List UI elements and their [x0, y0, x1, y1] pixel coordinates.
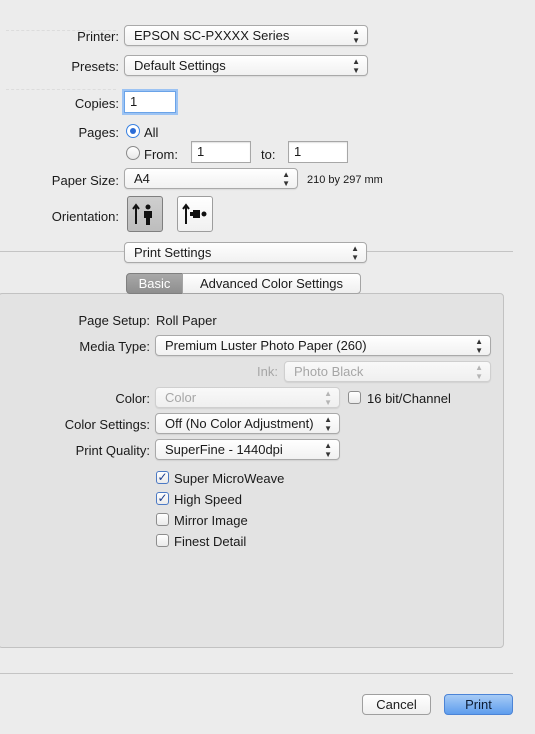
presets-popup[interactable]: Default Settings ▲ ▼ — [124, 55, 368, 76]
section-popup[interactable]: Print Settings ▲ ▼ — [124, 242, 367, 263]
popup-arrows-icon: ▲ ▼ — [324, 388, 332, 407]
popup-arrows-icon: ▲ ▼ — [475, 362, 483, 381]
landscape-person-icon — [182, 203, 207, 224]
media-type-label: Media Type: — [79, 339, 150, 354]
bit-channel-label: 16 bit/Channel — [367, 391, 451, 406]
color-popup: Color ▲ ▼ — [155, 387, 340, 408]
printer-popup[interactable]: EPSON SC-PXXXX Series ▲ ▼ — [124, 25, 368, 46]
color-settings-label: Color Settings: — [64, 417, 150, 432]
print-button[interactable]: Print — [444, 694, 513, 715]
ink-value: Photo Black — [294, 364, 364, 379]
media-type-value: Premium Luster Photo Paper (260) — [165, 338, 367, 353]
copies-field[interactable]: 1 — [124, 91, 176, 113]
page-setup-value: Roll Paper — [156, 313, 217, 328]
color-settings-value: Off (No Color Adjustment) — [165, 416, 314, 431]
bit-channel-checkbox[interactable] — [348, 391, 361, 404]
pages-label: Pages: — [78, 125, 119, 140]
color-label: Color: — [115, 391, 150, 406]
pages-all-label: All — [144, 125, 159, 140]
popup-arrows-icon: ▲ ▼ — [351, 243, 359, 262]
cancel-button[interactable]: Cancel — [362, 694, 431, 715]
popup-arrows-icon: ▲ ▼ — [282, 169, 290, 188]
section-separator-right — [367, 251, 513, 252]
ink-label: Ink: — [257, 364, 278, 379]
super-microweave-label: Super MicroWeave — [174, 471, 285, 486]
tab-advanced-color-settings[interactable]: Advanced Color Settings — [182, 273, 361, 294]
orientation-portrait-button[interactable] — [127, 196, 163, 232]
orientation-landscape-button[interactable] — [177, 196, 213, 232]
popup-arrows-icon: ▲ ▼ — [324, 440, 332, 459]
print-quality-label: Print Quality: — [75, 443, 150, 458]
pages-to-field[interactable]: 1 — [288, 141, 348, 163]
pages-from-label: From: — [144, 147, 178, 162]
section-separator-left — [0, 251, 124, 252]
presets-value: Default Settings — [134, 58, 226, 73]
finest-detail-label: Finest Detail — [174, 534, 247, 549]
media-type-popup[interactable]: Premium Luster Photo Paper (260) ▲ ▼ — [155, 335, 491, 356]
popup-arrows-icon: ▲ ▼ — [324, 414, 332, 433]
print-quality-value: SuperFine - 1440dpi — [165, 442, 283, 457]
printer-label: Printer: — [77, 29, 119, 44]
footer-separator — [0, 673, 513, 674]
high-speed-checkbox[interactable]: ✓ — [156, 492, 169, 505]
ink-popup: Photo Black ▲ ▼ — [284, 361, 491, 382]
pages-all-radio[interactable] — [126, 124, 140, 138]
color-value: Color — [165, 390, 197, 405]
popup-arrows-icon: ▲ ▼ — [475, 336, 483, 355]
section-popup-value: Print Settings — [134, 245, 212, 260]
printer-value: EPSON SC-PXXXX Series — [134, 28, 290, 43]
paper-size-label: Paper Size: — [51, 173, 119, 188]
pages-from-radio[interactable] — [126, 146, 140, 160]
presets-label: Presets: — [71, 59, 119, 74]
copies-label: Copies: — [74, 96, 119, 111]
pages-from-field[interactable]: 1 — [191, 141, 251, 163]
mirror-image-label: Mirror Image — [174, 513, 248, 528]
mirror-image-checkbox[interactable] — [156, 513, 169, 526]
pages-to-label: to: — [261, 147, 276, 162]
paper-size-value: A4 — [134, 171, 150, 186]
paper-dimensions: 210 by 297 mm — [307, 174, 383, 186]
paper-size-popup[interactable]: A4 ▲ ▼ — [124, 168, 298, 189]
page-setup-label: Page Setup: — [78, 313, 150, 328]
orientation-label: Orientation: — [51, 209, 119, 224]
high-speed-label: High Speed — [174, 492, 242, 507]
tab-basic[interactable]: Basic — [126, 273, 183, 294]
print-quality-popup[interactable]: SuperFine - 1440dpi ▲ ▼ — [155, 439, 340, 460]
portrait-person-icon — [132, 203, 152, 225]
super-microweave-checkbox[interactable]: ✓ — [156, 471, 169, 484]
color-settings-popup[interactable]: Off (No Color Adjustment) ▲ ▼ — [155, 413, 340, 434]
popup-arrows-icon: ▲ ▼ — [352, 56, 360, 75]
popup-arrows-icon: ▲ ▼ — [352, 26, 360, 45]
finest-detail-checkbox[interactable] — [156, 534, 169, 547]
